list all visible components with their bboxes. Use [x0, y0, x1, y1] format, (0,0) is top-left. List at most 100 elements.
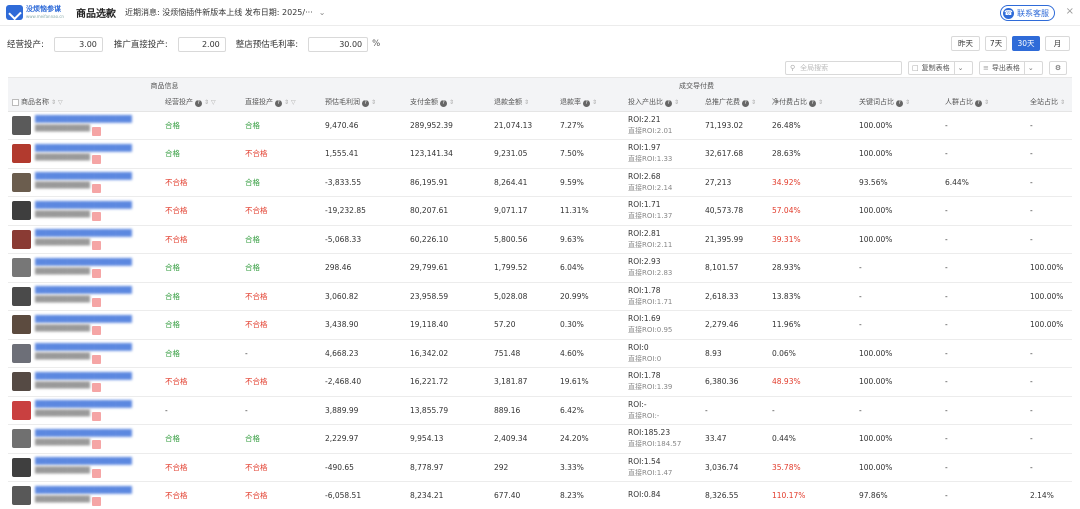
help-icon[interactable]: ?: [809, 100, 816, 108]
table-row[interactable]: ██████████████████ ████████████ 不合格 不合格 -2,4…: [8, 367, 1072, 397]
help-icon[interactable]: ?: [665, 100, 672, 108]
chevron-down-icon[interactable]: ⌄: [319, 8, 326, 17]
product-name[interactable]: ██████████████████ ████████████: [35, 258, 140, 278]
table-row[interactable]: ██████████████████ ████████████ 合格 不合格 3,060…: [8, 282, 1072, 311]
close-icon[interactable]: ×: [1066, 6, 1074, 17]
sort-icon[interactable]: ⇕: [51, 99, 56, 106]
product-thumbnail[interactable]: [12, 315, 31, 335]
product-thumbnail[interactable]: [12, 457, 31, 477]
margin-input[interactable]: 30.00: [308, 36, 369, 52]
help-icon[interactable]: ?: [362, 100, 369, 108]
filter-icon[interactable]: ▽: [211, 99, 216, 106]
col-roi[interactable]: 投入产出比? ⇕: [624, 94, 701, 112]
product-thumbnail[interactable]: [12, 400, 31, 420]
col-op-roi[interactable]: 经营投产? ⇕ ▽: [161, 94, 241, 112]
product-name[interactable]: ██████████████████ ████████████: [35, 457, 140, 478]
col-refund-amount[interactable]: 退款金额 ⇕: [490, 94, 556, 112]
support-button[interactable]: ☎ 联系客服: [1000, 5, 1055, 21]
product-thumbnail[interactable]: [12, 172, 31, 192]
product-thumbnail[interactable]: [12, 429, 31, 449]
col-crowd-ratio[interactable]: 人群占比? ⇕: [941, 94, 1026, 112]
filter-icon[interactable]: ▽: [291, 99, 296, 106]
notice-text[interactable]: 近期消息: 没烦恼插件新版本上线 发布日期: 2025/···: [125, 7, 313, 18]
product-name[interactable]: ██████████████████ ████████████: [35, 201, 140, 221]
date-month-button[interactable]: 月: [1045, 36, 1070, 51]
sort-icon[interactable]: ⇕: [1060, 99, 1065, 106]
col-refund-rate[interactable]: 退款率? ⇕: [556, 94, 624, 112]
sort-icon[interactable]: ⇕: [984, 99, 989, 106]
sort-icon[interactable]: ⇕: [449, 99, 454, 106]
table-row[interactable]: ██████████████████ ████████████ 合格 不合格 1,555…: [8, 139, 1072, 169]
product-name[interactable]: ██████████████████ ████████████: [35, 343, 140, 364]
product-thumbnail[interactable]: [12, 372, 31, 392]
help-icon[interactable]: ?: [195, 100, 202, 108]
col-keyword-ratio[interactable]: 关键词占比? ⇕: [855, 94, 941, 112]
product-name[interactable]: ██████████████████ ████████████: [35, 115, 140, 136]
product-thumbnail[interactable]: [12, 144, 31, 164]
sort-icon[interactable]: ⇕: [204, 99, 209, 106]
chevron-down-icon[interactable]: ⌄: [1023, 62, 1037, 74]
product-name[interactable]: ██████████████████ ████████████: [35, 229, 140, 250]
col-net-fee-ratio[interactable]: 净付费占比? ⇕: [768, 94, 855, 112]
help-icon[interactable]: ?: [583, 100, 590, 108]
sort-icon[interactable]: ⇕: [751, 99, 756, 106]
product-thumbnail[interactable]: [12, 486, 31, 506]
table-row[interactable]: ██████████████████ ████████████ 不合格 合格 -5,06…: [8, 225, 1072, 254]
filter-icon[interactable]: ▽: [58, 99, 63, 106]
table-row[interactable]: ██████████████████ ████████████ 合格 合格 2,229.…: [8, 424, 1072, 454]
chevron-down-icon[interactable]: ⌄: [953, 62, 967, 74]
date-yesterday-button[interactable]: 昨天: [951, 36, 980, 51]
table-row[interactable]: ██████████████████ ████████████ 不合格 不合格 -19,…: [8, 196, 1072, 226]
help-icon[interactable]: ?: [440, 100, 447, 108]
product-name[interactable]: ██████████████████ ████████████: [35, 486, 140, 506]
date-7d-button[interactable]: 7天: [985, 36, 1007, 51]
product-name[interactable]: ██████████████████ ████████████: [35, 429, 140, 449]
product-name[interactable]: ██████████████████ ████████████: [35, 286, 140, 307]
product-thumbnail[interactable]: [12, 229, 31, 249]
table-row[interactable]: ██████████████████ ████████████ 不合格 不合格 -6,0…: [8, 481, 1072, 509]
table-row[interactable]: ██████████████████ ████████████ 合格 不合格 3,438…: [8, 310, 1072, 340]
sort-icon[interactable]: ⇕: [905, 99, 910, 106]
product-name[interactable]: ██████████████████ ████████████: [35, 400, 140, 421]
sort-icon[interactable]: ⇕: [284, 99, 289, 106]
col-promo-roi[interactable]: 直接投产? ⇕ ▽: [241, 94, 321, 112]
select-all-checkbox[interactable]: [12, 98, 19, 106]
table-row[interactable]: ██████████████████ ████████████ 合格 合格 298.46…: [8, 253, 1072, 283]
product-name[interactable]: ██████████████████ ████████████: [35, 144, 140, 164]
help-icon[interactable]: ?: [975, 100, 982, 108]
col-pay-amount[interactable]: 支付金额? ⇕: [406, 94, 490, 112]
op-roi-input[interactable]: 3.00: [53, 36, 103, 52]
table-row[interactable]: ██████████████████ ████████████ 合格 -4,668.2…: [8, 339, 1072, 368]
table-row[interactable]: ██████████████████ ████████████ - -3,889.99…: [8, 396, 1072, 425]
help-icon[interactable]: ?: [275, 100, 282, 108]
col-total-spend[interactable]: 总推广花费? ⇕: [701, 94, 768, 112]
col-est-profit[interactable]: 预估毛利润? ⇕: [321, 94, 406, 112]
table-row[interactable]: ██████████████████ ████████████ 不合格 合格 -3,83…: [8, 168, 1072, 197]
product-thumbnail[interactable]: [12, 343, 31, 363]
product-name[interactable]: ██████████████████ ████████████: [35, 315, 140, 335]
crowd-ratio: -: [941, 396, 1026, 425]
global-search-input[interactable]: ⚲ 全局搜索: [785, 61, 902, 75]
product-name[interactable]: ██████████████████ ████████████: [35, 372, 140, 392]
promo-roi-input[interactable]: 2.00: [177, 36, 226, 52]
settings-button[interactable]: ⚙: [1049, 61, 1067, 75]
col-product-name[interactable]: 商品名称 ⇕ ▽: [8, 94, 161, 112]
product-thumbnail[interactable]: [12, 201, 31, 221]
export-table-button[interactable]: ≡ 导出表格 ⌄: [979, 61, 1043, 75]
sort-icon[interactable]: ⇕: [524, 99, 529, 106]
product-thumbnail[interactable]: [12, 286, 31, 306]
sort-icon[interactable]: ⇕: [818, 99, 823, 106]
copy-table-button[interactable]: □ 复制表格 ⌄: [908, 61, 973, 75]
product-thumbnail[interactable]: [12, 115, 31, 135]
table-row[interactable]: ██████████████████ ████████████ 合格 合格 9,470.…: [8, 111, 1072, 140]
col-site-ratio[interactable]: 全站占比 ⇕: [1026, 94, 1072, 112]
product-name[interactable]: ██████████████████ ████████████: [35, 172, 140, 193]
sort-icon[interactable]: ⇕: [674, 99, 679, 106]
product-thumbnail[interactable]: [12, 258, 31, 278]
help-icon[interactable]: ?: [896, 100, 903, 108]
table-row[interactable]: ██████████████████ ████████████ 不合格 不合格 -490…: [8, 453, 1072, 482]
sort-icon[interactable]: ⇕: [371, 99, 376, 106]
sort-icon[interactable]: ⇕: [592, 99, 597, 106]
help-icon[interactable]: ?: [742, 100, 749, 108]
date-30d-button[interactable]: 30天: [1012, 36, 1040, 51]
